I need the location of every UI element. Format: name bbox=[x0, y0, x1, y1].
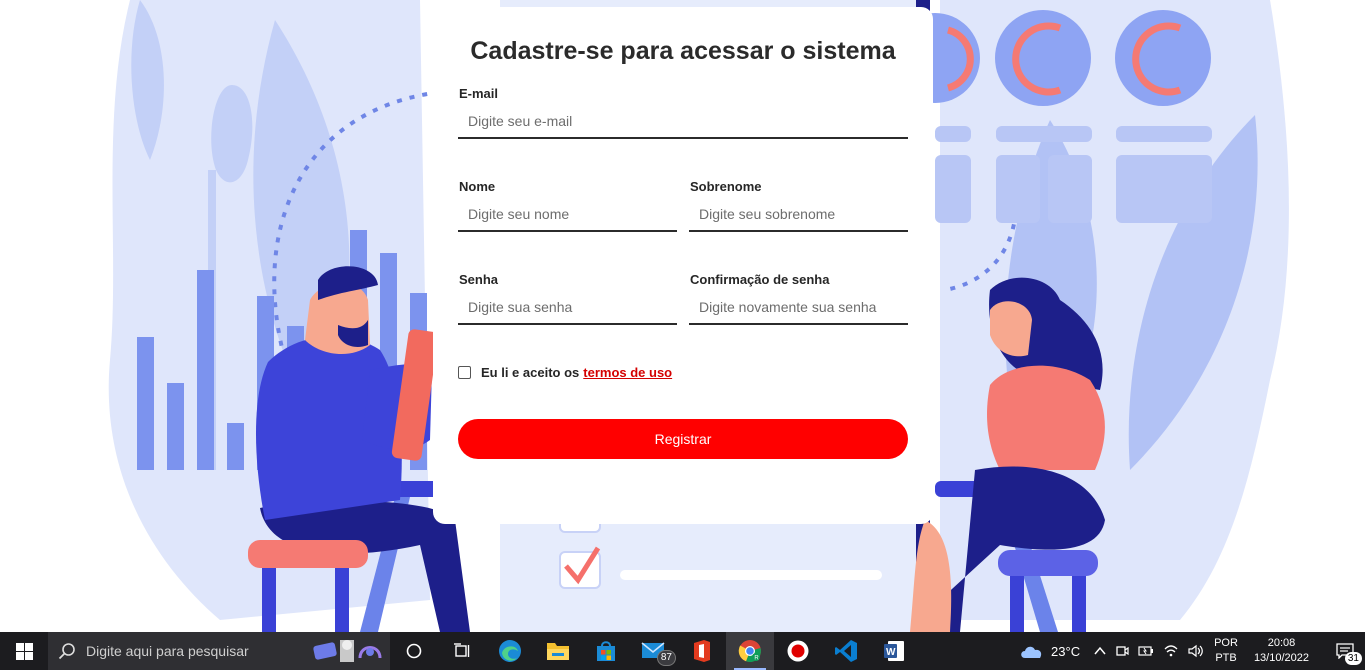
edge-app[interactable] bbox=[486, 632, 534, 670]
password-input[interactable] bbox=[458, 296, 677, 325]
password-label: Senha bbox=[459, 272, 499, 287]
password-group: Senha bbox=[458, 272, 677, 325]
record-icon bbox=[787, 640, 809, 662]
first-name-group: Nome bbox=[458, 179, 677, 232]
terms-checkbox[interactable] bbox=[458, 366, 471, 379]
terms-row: Eu li e aceito os termos de uso bbox=[458, 365, 672, 380]
register-button[interactable]: Registrar bbox=[458, 419, 908, 459]
file-explorer-icon bbox=[547, 643, 569, 660]
email-label: E-mail bbox=[459, 86, 499, 101]
chrome-app[interactable]: R bbox=[726, 632, 774, 670]
edge-icon bbox=[499, 640, 521, 662]
last-name-group: Sobrenome bbox=[689, 179, 908, 232]
email-group: E-mail bbox=[458, 86, 908, 139]
password-confirm-input[interactable] bbox=[689, 296, 908, 325]
weather-cloud-icon[interactable] bbox=[1019, 642, 1045, 660]
circle-decorations bbox=[890, 10, 1211, 106]
microsoft-store-icon bbox=[597, 641, 615, 661]
office-icon bbox=[694, 640, 710, 662]
clock-date: 13/10/2022 bbox=[1253, 652, 1309, 664]
battery-icon[interactable] bbox=[1138, 644, 1154, 658]
email-input[interactable] bbox=[458, 110, 908, 139]
last-name-label: Sobrenome bbox=[690, 179, 762, 194]
board-line bbox=[620, 570, 882, 580]
wifi-icon[interactable] bbox=[1163, 644, 1179, 658]
vscode-icon bbox=[835, 640, 857, 662]
registration-card: Cadastre-se para acessar o sistema E-mai… bbox=[433, 7, 933, 524]
vscode-app[interactable] bbox=[822, 632, 870, 670]
meet-now-icon[interactable] bbox=[1115, 644, 1129, 658]
word-icon: W bbox=[884, 641, 904, 661]
notification-count: 31 bbox=[1344, 652, 1362, 665]
taskbar-search[interactable]: Digite aqui para pesquisar bbox=[48, 632, 390, 670]
svg-text:W: W bbox=[886, 647, 896, 658]
mail-app[interactable]: 87 bbox=[630, 632, 678, 670]
password-confirm-label: Confirmação de senha bbox=[690, 272, 830, 287]
terms-link[interactable]: termos de uso bbox=[583, 365, 672, 380]
language-line2: PTB bbox=[1215, 652, 1237, 664]
clock-time: 20:08 bbox=[1267, 637, 1296, 649]
start-button[interactable] bbox=[0, 632, 48, 670]
task-view-circle-icon bbox=[406, 643, 422, 659]
search-placeholder: Digite aqui para pesquisar bbox=[86, 643, 249, 659]
file-explorer-app[interactable] bbox=[534, 632, 582, 670]
cortana-button[interactable] bbox=[390, 632, 438, 670]
system-tray: 23°C POR PTB 20:08 13/10/2022 31 bbox=[1019, 632, 1365, 670]
search-icon bbox=[58, 643, 75, 660]
volume-icon[interactable] bbox=[1188, 644, 1204, 658]
task-view-button[interactable] bbox=[438, 632, 486, 670]
task-view-icon bbox=[454, 643, 470, 657]
word-app[interactable]: W bbox=[870, 632, 918, 670]
search-highlight-icon bbox=[313, 640, 382, 662]
language-line1: POR bbox=[1214, 637, 1238, 649]
mail-badge: 87 bbox=[656, 650, 676, 666]
last-name-input[interactable] bbox=[689, 203, 908, 232]
terms-text: Eu li e aceito os bbox=[481, 365, 580, 380]
recorder-app[interactable] bbox=[774, 632, 822, 670]
chrome-icon: R bbox=[738, 640, 761, 663]
first-name-input[interactable] bbox=[458, 203, 677, 232]
office-app[interactable] bbox=[678, 632, 726, 670]
tray-icons bbox=[1094, 644, 1204, 658]
page-title: Cadastre-se para acessar o sistema bbox=[470, 37, 896, 65]
weather-temperature[interactable]: 23°C bbox=[1051, 644, 1080, 659]
taskbar: Digite aqui para pesquisar 87 R W 23°C P… bbox=[0, 632, 1365, 670]
chevron-up-icon[interactable] bbox=[1094, 646, 1106, 656]
clock[interactable]: 20:08 13/10/2022 bbox=[1254, 636, 1309, 666]
password-confirm-group: Confirmação de senha bbox=[689, 272, 908, 325]
store-app[interactable] bbox=[582, 632, 630, 670]
notification-center-button[interactable]: 31 bbox=[1325, 632, 1365, 670]
language-indicator[interactable]: POR PTB bbox=[1214, 636, 1238, 666]
first-name-label: Nome bbox=[459, 179, 496, 194]
svg-text:R: R bbox=[754, 655, 759, 661]
windows-logo-icon bbox=[15, 642, 33, 660]
